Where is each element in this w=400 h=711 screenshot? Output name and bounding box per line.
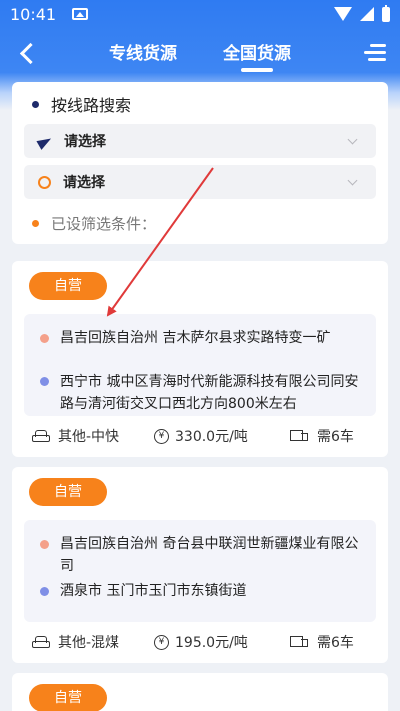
cargo-type: 其他-混煤 (58, 635, 120, 651)
destination-select-label: 请选择 (63, 175, 105, 191)
order-card[interactable]: 自营 昌吉回族自治州 奇台县中联润世新疆煤业有限公司 酒泉市 玉门市玉门市东镇街… (12, 467, 388, 663)
destination-dot-icon (40, 587, 49, 596)
bullet-icon (32, 220, 39, 227)
origin-dot-icon (40, 540, 49, 549)
vehicles-needed: 需6车 (317, 635, 354, 651)
destination-dot-icon (40, 377, 49, 386)
chevron-down-icon (347, 134, 358, 145)
status-time: 10:41 (10, 4, 57, 24)
bullet-icon (32, 100, 39, 108)
self-operated-badge: 自营 (29, 478, 107, 506)
truck-icon (290, 635, 309, 649)
self-operated-badge: 自营 (29, 684, 107, 711)
filter-conditions[interactable]: 已设筛选条件： (32, 213, 156, 234)
yen-icon: ¥ (154, 428, 169, 444)
order-card[interactable]: 自营 昌吉回族自治州 吉木萨尔县求实路特变一矿 西宁市 城中区青海时代新能源科技… (12, 261, 388, 457)
filter-conditions-label: 已设筛选条件： (51, 215, 157, 233)
order-info-row: 其他-中快 ¥ 330.0元/吨 需6车 (32, 425, 372, 447)
tab-nationwide[interactable]: 全国货源 (207, 39, 307, 64)
menu-icon[interactable] (364, 42, 386, 62)
truck-icon (290, 429, 309, 443)
nav-bar: 专线货源 全国货源 (0, 28, 400, 78)
yen-icon: ¥ (154, 634, 169, 650)
route-destination: 酒泉市 玉门市玉门市东镇街道 (60, 583, 247, 599)
vehicles-needed: 需6车 (317, 429, 354, 445)
freight-price: 330.0元/吨 (175, 429, 248, 445)
send-icon (38, 134, 52, 148)
tab-active-indicator (241, 68, 273, 72)
route-search-title: 按线路搜索 (32, 92, 131, 116)
origin-dot-icon (40, 334, 49, 343)
origin-select-label: 请选择 (64, 134, 106, 150)
freight-price: 195.0元/吨 (175, 635, 248, 651)
route-box: 昌吉回族自治州 吉木萨尔县求实路特变一矿 西宁市 城中区青海时代新能源科技有限公… (24, 314, 376, 416)
status-bar: 10:41 (0, 0, 400, 28)
order-info-row: 其他-混煤 ¥ 195.0元/吨 需6车 (32, 631, 372, 653)
car-icon (32, 430, 50, 442)
order-card[interactable]: 自营 (12, 673, 388, 711)
route-destination: 西宁市 城中区青海时代新能源科技有限公司同安路与清河街交叉口西北方向800米左右 (60, 374, 359, 412)
route-origin: 昌吉回族自治州 吉木萨尔县求实路特变一矿 (60, 330, 331, 346)
route-search-label: 按线路搜索 (51, 96, 132, 115)
image-notification-icon (72, 8, 89, 20)
destination-select[interactable]: 请选择 (24, 165, 376, 199)
tab-special-line[interactable]: 专线货源 (93, 39, 193, 64)
back-arrow-icon[interactable] (18, 42, 38, 64)
car-icon (32, 636, 50, 648)
self-operated-badge: 自营 (29, 272, 107, 300)
route-box: 昌吉回族自治州 奇台县中联润世新疆煤业有限公司 酒泉市 玉门市玉门市东镇街道 (24, 520, 376, 622)
wifi-icon (334, 7, 352, 21)
chevron-down-icon (347, 175, 358, 186)
origin-select[interactable]: 请选择 (24, 124, 376, 158)
cargo-type: 其他-中快 (58, 429, 120, 445)
filter-card: 按线路搜索 请选择 请选择 已设筛选条件： (12, 82, 388, 244)
destination-ring-icon (38, 175, 51, 189)
route-origin: 昌吉回族自治州 奇台县中联润世新疆煤业有限公司 (60, 536, 359, 574)
signal-icon (360, 7, 374, 21)
battery-icon (382, 4, 390, 22)
